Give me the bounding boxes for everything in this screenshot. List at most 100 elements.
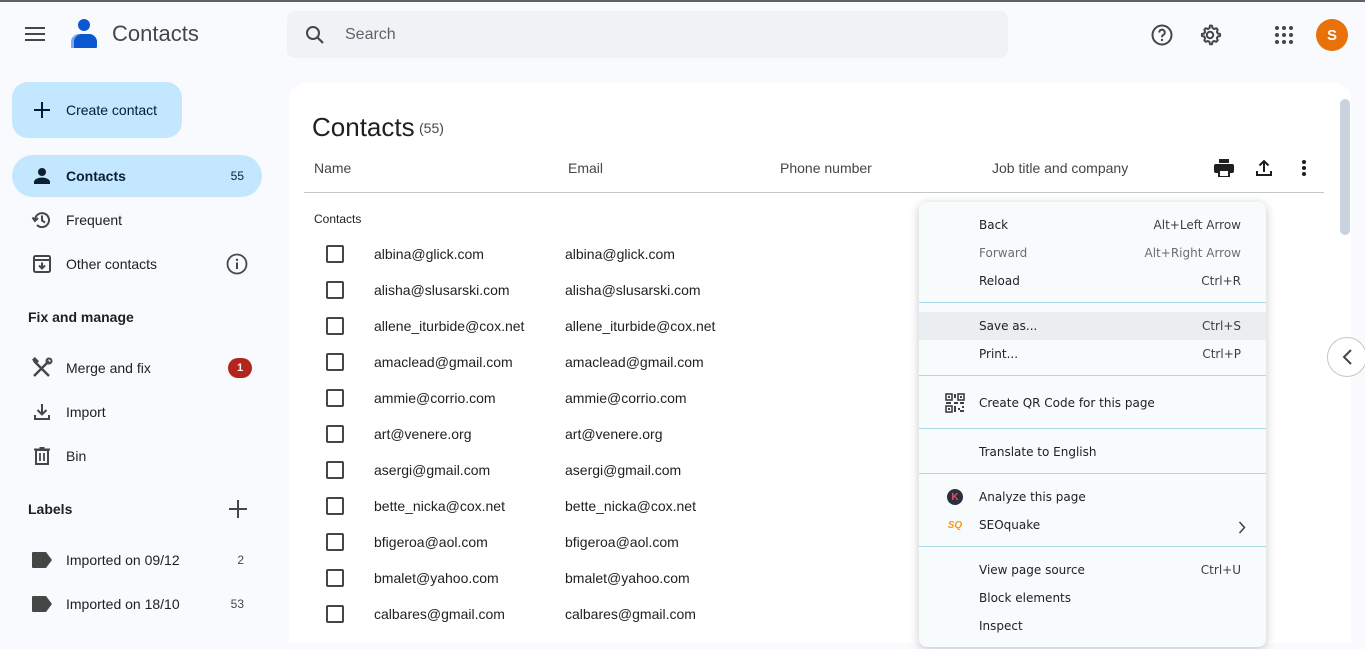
column-header-name[interactable]: Name — [314, 160, 351, 176]
contact-email: allene_iturbide@cox.net — [565, 318, 716, 334]
app-title: Contacts — [112, 21, 199, 46]
seoquake-glyph: SQ — [947, 519, 963, 531]
label-name: Imported on 18/10 — [66, 596, 180, 612]
menu-item-shortcut: Alt+Left Arrow — [1153, 218, 1241, 232]
more-options-button[interactable] — [1292, 156, 1316, 180]
print-button[interactable] — [1212, 156, 1236, 180]
more-vert-icon — [1302, 160, 1306, 176]
select-checkbox[interactable] — [326, 317, 344, 335]
search-bar[interactable] — [287, 11, 1008, 58]
menu-item-shortcut: Ctrl+R — [1201, 274, 1241, 288]
export-button[interactable] — [1252, 156, 1276, 180]
chevron-left-icon — [1342, 349, 1352, 365]
sidebar-item-label: Import — [66, 404, 106, 420]
page-title: Contacts — [312, 112, 415, 142]
menu-separator — [919, 428, 1266, 429]
add-label-button[interactable] — [226, 497, 250, 521]
contacts-count: 55 — [230, 169, 244, 183]
sidebar-item-merge-and-fix[interactable]: Merge and fix 1 — [12, 347, 262, 389]
menu-separator — [919, 302, 1266, 303]
menu-item-save-as[interactable]: Save as... Ctrl+S — [919, 312, 1266, 340]
menu-item-forward[interactable]: Forward Alt+Right Arrow — [919, 239, 1266, 267]
sidebar-label-imported-18-10[interactable]: Imported on 18/10 53 — [12, 583, 262, 625]
select-checkbox[interactable] — [326, 461, 344, 479]
sidebar-item-label: Merge and fix — [66, 360, 151, 376]
contact-name: asergi@gmail.com — [374, 462, 491, 478]
menu-item-label: Reload — [979, 274, 1020, 288]
menu-item-block-elements[interactable]: Block elements — [919, 584, 1266, 612]
column-header-email[interactable]: Email — [568, 160, 603, 176]
contact-name: amaclead@gmail.com — [374, 354, 513, 370]
sidebar-item-import[interactable]: Import — [12, 391, 262, 433]
sidebar-label-imported-09-12[interactable]: Imported on 09/12 2 — [12, 539, 262, 581]
qr-code-icon — [945, 393, 965, 413]
contact-name: ammie@corrio.com — [374, 390, 496, 406]
settings-button[interactable] — [1190, 15, 1230, 55]
contact-email: art@venere.org — [565, 426, 663, 442]
select-checkbox[interactable] — [326, 569, 344, 587]
select-checkbox[interactable] — [326, 425, 344, 443]
search-input[interactable] — [345, 25, 945, 44]
contact-email: calbares@gmail.com — [565, 606, 696, 622]
menu-separator — [919, 375, 1266, 376]
select-checkbox[interactable] — [326, 533, 344, 551]
menu-item-seoquake[interactable]: SQ SEOquake — [919, 511, 1266, 539]
select-checkbox[interactable] — [326, 605, 344, 623]
column-header-job[interactable]: Job title and company — [992, 160, 1128, 176]
sidebar-item-label: Other contacts — [66, 256, 158, 272]
sidebar-item-label: Contacts — [66, 168, 126, 184]
menu-item-reload[interactable]: Reload Ctrl+R — [919, 267, 1266, 295]
side-panel-toggle-button[interactable] — [1327, 337, 1365, 377]
label-count: 2 — [237, 553, 244, 567]
history-icon — [30, 208, 54, 232]
menu-separator — [919, 473, 1266, 474]
select-checkbox[interactable] — [326, 389, 344, 407]
menu-item-create-qr-code[interactable]: Create QR Code for this page — [919, 389, 1266, 417]
contact-name: albina@glick.com — [374, 246, 484, 262]
select-checkbox[interactable] — [326, 281, 344, 299]
search-icon[interactable] — [303, 23, 327, 47]
menu-item-label: View page source — [979, 563, 1085, 577]
main-menu-button[interactable] — [16, 14, 56, 54]
sidebar-item-frequent[interactable]: Frequent — [12, 199, 262, 241]
menu-item-label: Inspect — [979, 619, 1023, 633]
sidebar-item-bin[interactable]: Bin — [12, 435, 262, 477]
info-icon[interactable] — [226, 253, 248, 280]
top-bar: Contacts S — [0, 2, 1365, 66]
plus-icon — [34, 102, 50, 118]
menu-item-label: Back — [979, 218, 1009, 232]
group-label: Contacts — [314, 212, 362, 226]
menu-item-view-source[interactable]: View page source Ctrl+U — [919, 556, 1266, 584]
select-checkbox[interactable] — [326, 497, 344, 515]
menu-item-back[interactable]: Back Alt+Left Arrow — [919, 211, 1266, 239]
export-icon — [1256, 159, 1272, 176]
settings-icon — [1200, 24, 1222, 46]
apps-button[interactable] — [1264, 15, 1304, 55]
select-checkbox[interactable] — [326, 245, 344, 263]
contact-name: bmalet@yahoo.com — [374, 570, 499, 586]
contact-name: allene_iturbide@cox.net — [374, 318, 525, 334]
sidebar-item-contacts[interactable]: Contacts 55 — [12, 155, 262, 197]
account-avatar[interactable]: S — [1316, 19, 1348, 51]
menu-item-label: Save as... — [979, 319, 1038, 333]
scrollbar-thumb[interactable] — [1340, 99, 1350, 235]
fix-and-manage-heading: Fix and manage — [28, 309, 134, 325]
menu-item-analyze-page[interactable]: K Analyze this page — [919, 483, 1266, 511]
create-contact-button[interactable]: Create contact — [12, 82, 182, 138]
menu-item-print[interactable]: Print... Ctrl+P — [919, 340, 1266, 368]
select-checkbox[interactable] — [326, 353, 344, 371]
plus-icon — [229, 500, 247, 518]
sidebar-item-label: Frequent — [66, 212, 123, 228]
seoquake-icon: SQ — [945, 515, 965, 535]
contact-name: calbares@gmail.com — [374, 606, 505, 622]
sidebar-item-other-contacts[interactable]: Other contacts — [12, 243, 262, 285]
help-button[interactable] — [1142, 15, 1182, 55]
menu-item-inspect[interactable]: Inspect — [919, 612, 1266, 640]
labels-heading: Labels — [28, 501, 73, 517]
menu-item-translate[interactable]: Translate to English — [919, 438, 1266, 466]
contact-email: asergi@gmail.com — [565, 462, 682, 478]
contacts-logo-icon[interactable] — [66, 16, 102, 52]
contact-email: bmalet@yahoo.com — [565, 570, 690, 586]
label-name: Imported on 09/12 — [66, 552, 180, 568]
column-header-phone[interactable]: Phone number — [780, 160, 872, 176]
